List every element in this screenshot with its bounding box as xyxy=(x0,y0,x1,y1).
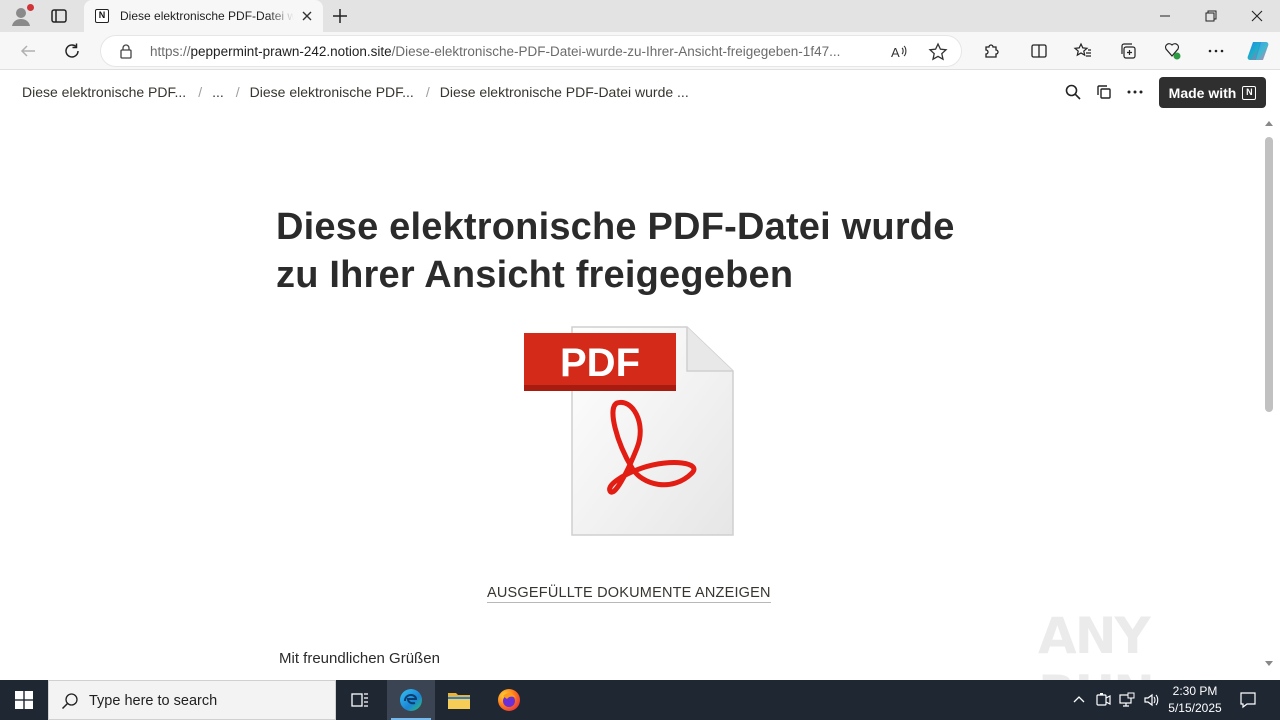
pdf-badge-text: PDF xyxy=(560,341,640,385)
made-with-notion-button[interactable]: Made with N xyxy=(1159,77,1266,108)
breadcrumb: Diese elektronische PDF... / ... / Diese… xyxy=(22,84,689,100)
notifications-icon[interactable] xyxy=(1236,680,1260,720)
notion-logo-icon: N xyxy=(1242,85,1257,100)
split-screen-icon[interactable] xyxy=(1029,41,1049,61)
refresh-icon[interactable] xyxy=(62,41,82,61)
search-icon[interactable] xyxy=(1063,82,1083,102)
tab-actions-icon[interactable] xyxy=(50,7,68,25)
windows-start-icon[interactable] xyxy=(0,680,48,720)
tray-overflow-icon[interactable] xyxy=(1070,680,1088,720)
clock-time: 2:30 PM xyxy=(1172,684,1218,698)
breadcrumb-separator: / xyxy=(235,84,240,100)
task-view-icon[interactable] xyxy=(336,680,384,720)
svg-text:A: A xyxy=(891,45,900,60)
view-documents-link[interactable]: AUSGEFÜLLTE DOKUMENTE ANZEIGEN xyxy=(487,585,771,603)
tab-close-icon[interactable] xyxy=(299,8,315,24)
scrollbar-thumb[interactable] xyxy=(1265,137,1273,412)
more-menu-icon[interactable] xyxy=(1206,41,1226,61)
browser-tab-strip: N Diese elektronische PDF-Datei wurde zu… xyxy=(0,0,1280,32)
back-icon[interactable] xyxy=(18,41,38,61)
page-title: Diese elektronische PDF-Datei wurde zu I… xyxy=(276,206,955,296)
url-path: /Diese-elektronische-PDF-Datei-wurde-zu-… xyxy=(391,44,841,59)
page-scrollbar[interactable] xyxy=(1262,115,1276,678)
duplicate-icon[interactable] xyxy=(1094,82,1114,102)
extensions-icon[interactable] xyxy=(981,41,1001,61)
meet-now-icon[interactable] xyxy=(1093,680,1113,720)
breadcrumb-ellipsis[interactable]: ... xyxy=(212,84,224,100)
notification-dot xyxy=(27,4,34,11)
browser-toolbar: https://peppermint-prawn-242.notion.site… xyxy=(0,32,1280,70)
page-content: Diese elektronische PDF-Datei wurde zu I… xyxy=(4,115,1262,720)
breadcrumb-separator: / xyxy=(425,84,430,100)
pdf-document-icon: PDF xyxy=(522,323,734,537)
minimize-icon[interactable] xyxy=(1142,0,1188,32)
scroll-down-icon[interactable] xyxy=(1265,661,1273,666)
breadcrumb-current[interactable]: Diese elektronische PDF-Datei wurde ... xyxy=(440,84,689,100)
url-host: peppermint-prawn-242.notion.site xyxy=(190,44,392,59)
network-icon[interactable] xyxy=(1117,680,1137,720)
made-with-label: Made with xyxy=(1168,84,1237,101)
url-text[interactable]: https://peppermint-prawn-242.notion.site… xyxy=(150,44,880,59)
collections-icon[interactable] xyxy=(1118,41,1138,61)
search-placeholder: Type here to search xyxy=(89,693,218,709)
read-aloud-icon[interactable]: A xyxy=(890,43,908,61)
copilot-icon[interactable] xyxy=(1246,39,1270,63)
browser-essentials-icon[interactable] xyxy=(1162,41,1182,61)
breadcrumb-separator: / xyxy=(198,84,203,100)
address-bar[interactable]: https://peppermint-prawn-242.notion.site… xyxy=(100,35,962,67)
favorite-star-icon[interactable] xyxy=(928,42,948,62)
taskbar-clock[interactable]: 2:30 PM 5/15/2025 xyxy=(1162,683,1228,717)
notion-favicon-icon: N xyxy=(95,9,109,23)
scroll-up-icon[interactable] xyxy=(1265,121,1273,126)
browser-tab-active[interactable]: N Diese elektronische PDF-Datei wurde zu… xyxy=(84,0,323,32)
closing-text: Mit freundlichen Grüßen xyxy=(279,650,440,667)
breadcrumb-item[interactable]: Diese elektronische PDF... xyxy=(22,84,186,100)
close-window-icon[interactable] xyxy=(1234,0,1280,32)
profile-icon[interactable] xyxy=(10,4,34,27)
notion-topbar: Diese elektronische PDF... / ... / Diese… xyxy=(4,71,1276,115)
taskbar-search-box[interactable]: Type here to search xyxy=(48,680,336,720)
search-icon xyxy=(61,692,79,710)
firefox-icon[interactable] xyxy=(485,680,533,720)
file-explorer-icon[interactable] xyxy=(435,680,483,720)
clock-date: 5/15/2025 xyxy=(1168,701,1222,715)
tab-title: Diese elektronische PDF-Datei wurde zu I… xyxy=(120,9,294,23)
url-scheme: https:// xyxy=(150,44,191,59)
windows-taskbar: Type here to search 2:30 PM 5/15/2025 xyxy=(0,680,1280,720)
volume-icon[interactable] xyxy=(1141,680,1161,720)
favorites-icon[interactable] xyxy=(1073,41,1093,61)
new-tab-icon[interactable] xyxy=(330,6,350,26)
edge-taskbar-icon[interactable] xyxy=(387,680,435,720)
page-options-icon[interactable] xyxy=(1125,82,1145,102)
lock-icon[interactable] xyxy=(118,43,134,59)
breadcrumb-item[interactable]: Diese elektronische PDF... xyxy=(250,84,414,100)
restore-icon[interactable] xyxy=(1188,0,1234,32)
